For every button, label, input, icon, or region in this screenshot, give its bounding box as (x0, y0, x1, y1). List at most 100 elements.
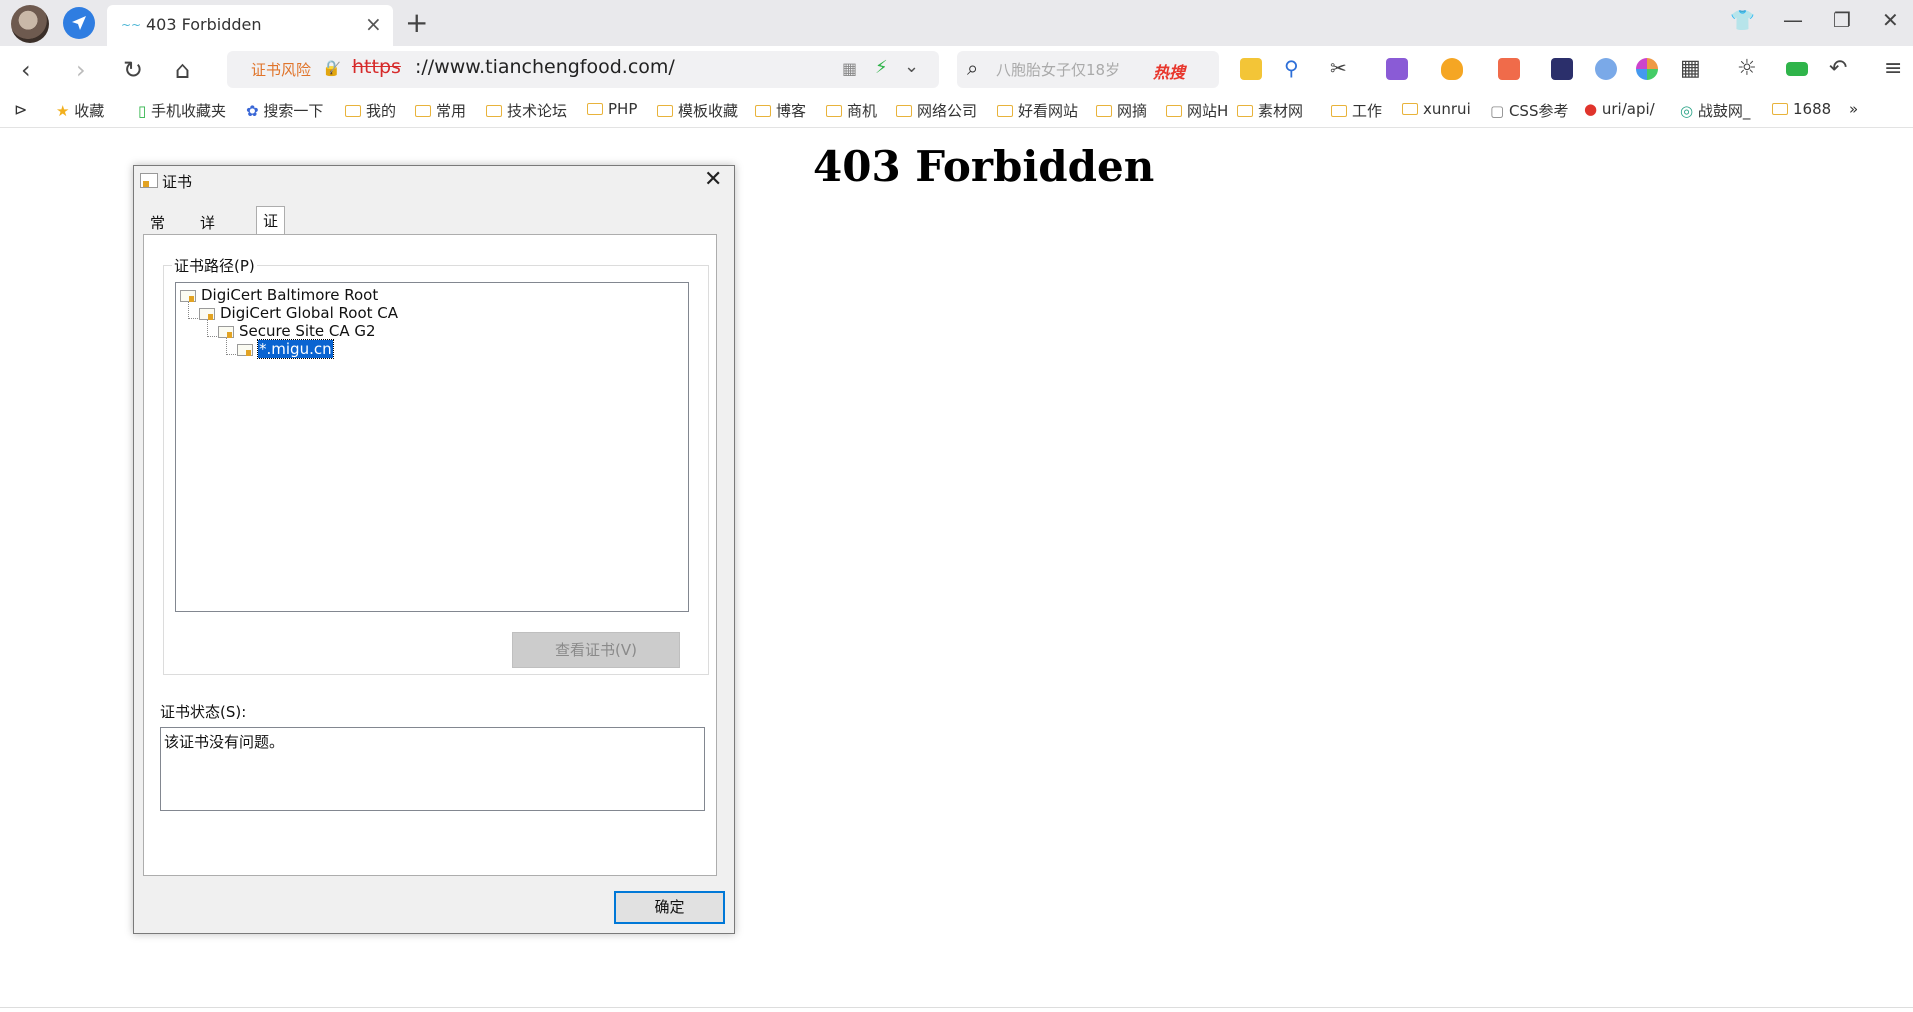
minimize-icon[interactable]: — (1783, 8, 1803, 32)
bookmark-item[interactable]: ▢ CSS参考 (1490, 100, 1568, 121)
tree-node-leaf[interactable]: *.migu.cn (257, 339, 334, 359)
bottom-divider (0, 1007, 1913, 1008)
tab-title: 403 Forbidden (146, 15, 262, 34)
cert-risk-label[interactable]: 证书风险 (251, 59, 311, 80)
bookmark-item[interactable]: 模板收藏 (657, 100, 738, 121)
navigation-icon[interactable] (63, 7, 95, 39)
qr-code-icon[interactable]: ▦ (842, 59, 857, 78)
bookmark-label: uri/api/ (1601, 100, 1655, 118)
bookmark-label: PHP (608, 100, 638, 118)
shirt-icon[interactable]: 👕 (1730, 8, 1755, 32)
maximize-icon[interactable]: ❐ (1833, 8, 1851, 32)
tab-general[interactable]: 常规 (143, 208, 172, 253)
brightness-icon[interactable]: ☼ (1737, 56, 1757, 81)
game-icon[interactable] (1498, 58, 1520, 80)
undo-icon[interactable]: ↶ (1829, 56, 1847, 81)
ok-button[interactable]: 确定 (614, 891, 725, 924)
tab-strip: ~~ 403 Forbidden × + 👕 — ❐ ✕ (0, 0, 1913, 46)
bookmark-label: 网摘 (1117, 102, 1148, 120)
new-tab-icon[interactable]: + (405, 6, 428, 39)
tree-node-root[interactable]: DigiCert Baltimore Root (201, 286, 378, 304)
bookmark-item[interactable]: 网站H (1166, 100, 1228, 121)
pin-icon: ● (1584, 100, 1602, 118)
bookmark-item[interactable]: 网络公司 (896, 100, 977, 121)
certificate-icon (199, 308, 215, 320)
paw-icon: ✿ (246, 102, 264, 120)
hot-search-label[interactable]: 热搜 (1153, 59, 1185, 83)
bookmark-item[interactable]: 好看网站 (997, 100, 1078, 121)
search-icon: ⌕ (967, 56, 979, 80)
browser-tab[interactable]: ~~ 403 Forbidden × (107, 5, 393, 46)
menu-icon[interactable]: ≡ (1884, 56, 1902, 81)
folder-icon (1331, 105, 1347, 117)
scissors-icon[interactable]: ✂ (1330, 56, 1347, 80)
bookmark-item[interactable]: xunrui (1402, 100, 1471, 118)
bookmark-item[interactable]: ▯ 手机收藏夹 (138, 100, 226, 121)
ia-icon[interactable] (1551, 58, 1573, 80)
view-certificate-button[interactable]: 查看证书(V) (512, 632, 680, 668)
reload-icon[interactable]: ↻ (123, 56, 143, 84)
close-icon[interactable]: ✕ (704, 167, 722, 192)
page-icon: ▢ (1490, 102, 1509, 120)
bookmark-item[interactable]: 商机 (826, 100, 877, 121)
folder-icon (345, 105, 361, 117)
more-bookmarks-icon[interactable]: » (1849, 100, 1858, 118)
minus-circle-icon[interactable] (1595, 58, 1617, 80)
translate-icon[interactable] (1386, 58, 1408, 80)
folder-icon (486, 105, 502, 117)
bookmark-item[interactable]: 素材网 (1237, 100, 1303, 121)
close-window-icon[interactable]: ✕ (1882, 8, 1899, 32)
magnifier-icon[interactable]: ⚲ (1284, 56, 1299, 80)
bookmark-item[interactable]: 我的 (345, 100, 396, 121)
home-icon[interactable]: ⌂ (175, 56, 190, 84)
tab-certification-path[interactable]: 证书路径 (256, 206, 286, 293)
dialog-title: 证书 (162, 173, 193, 191)
insecure-lock-icon[interactable]: 🔒̸ (322, 59, 341, 77)
sidebar-toggle-icon[interactable]: ⊳ (14, 100, 27, 119)
tree-connector (207, 317, 217, 337)
lightning-icon[interactable]: ⚡ (875, 57, 888, 78)
bookmark-label: 常用 (436, 102, 467, 120)
bookmark-item[interactable]: ◎ 战鼓网_ (1680, 100, 1750, 121)
cert-status-box[interactable]: 该证书没有问题。 (160, 727, 705, 811)
bookmark-item[interactable]: 工作 (1331, 100, 1382, 121)
tree-node-intermediate-1[interactable]: DigiCert Global Root CA (220, 304, 398, 322)
tab-favicon-icon: ~~ (121, 18, 142, 32)
tab-details[interactable]: 详细信息 (193, 208, 222, 295)
address-bar[interactable]: 证书风险 🔒̸ https ://www.tianchengfood.com/ … (227, 51, 939, 88)
bookmark-item[interactable]: ✿ 搜索一下 (246, 100, 323, 121)
coin-shield-icon[interactable] (1441, 58, 1463, 80)
bookmark-item[interactable]: 常用 (415, 100, 466, 121)
forward-icon[interactable]: › (76, 56, 86, 84)
color-wheel-icon[interactable] (1636, 58, 1658, 80)
bookmark-label: 模板收藏 (678, 102, 739, 120)
extension-fox-icon[interactable] (1240, 58, 1262, 80)
battery-icon[interactable] (1786, 62, 1808, 76)
bookmark-item[interactable]: 博客 (755, 100, 806, 121)
link-icon: ◎ (1680, 102, 1698, 120)
bookmark-label: 战鼓网_ (1697, 102, 1751, 120)
search-box[interactable]: ⌕ 八胞胎女子仅18岁 热搜 (957, 51, 1219, 88)
back-icon[interactable]: ‹ (21, 56, 31, 84)
folder-icon (1772, 103, 1788, 115)
bookmark-item[interactable]: 技术论坛 (486, 100, 567, 121)
folder-icon (1166, 105, 1182, 117)
chevron-down-icon[interactable]: ⌄ (904, 56, 919, 77)
tab-close-icon[interactable]: × (365, 12, 382, 36)
bookmark-item[interactable]: 1688 (1772, 100, 1831, 118)
search-input[interactable]: 八胞胎女子仅18岁 (996, 59, 1120, 80)
avatar[interactable] (11, 5, 49, 43)
grid-icon[interactable]: ▦ (1680, 56, 1701, 81)
page-heading: 403 Forbidden (813, 142, 1155, 191)
cert-path-tree[interactable]: DigiCert Baltimore Root DigiCert Global … (175, 282, 689, 612)
tree-connector (226, 335, 236, 355)
url-text: ://www.tianchengfood.com/ (415, 56, 675, 78)
bookmark-item[interactable]: ★ 收藏 (56, 100, 104, 121)
folder-icon (997, 105, 1013, 117)
folder-icon (415, 105, 431, 117)
bookmark-item[interactable]: 网摘 (1096, 100, 1147, 121)
bookmark-item[interactable]: PHP (587, 100, 637, 118)
tree-node-intermediate-2[interactable]: Secure Site CA G2 (239, 322, 376, 340)
folder-icon (826, 105, 842, 117)
bookmark-item[interactable]: ● uri/api/ (1584, 100, 1655, 118)
